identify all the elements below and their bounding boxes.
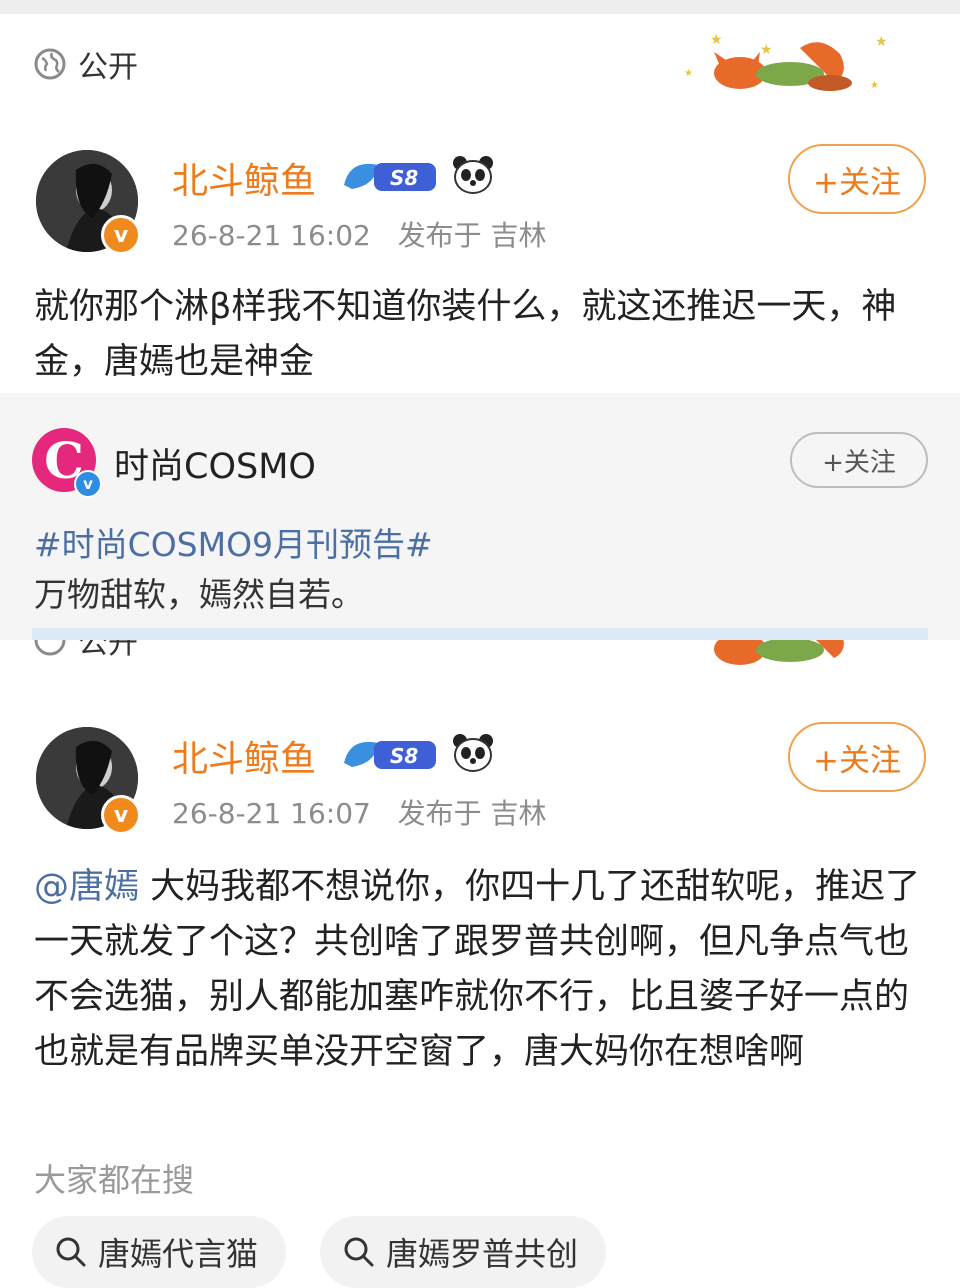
repost-text: 万物甜软，嫣然自若。 (34, 575, 364, 614)
search-chip[interactable]: 唐嫣代言猫 (32, 1216, 287, 1288)
search-chip-label: 唐嫣罗普共创 (386, 1235, 579, 1273)
visibility-indicator: 公开 (34, 42, 138, 86)
fox-sticker-icon (714, 640, 844, 665)
username[interactable]: 北斗鲸鱼 (172, 730, 316, 782)
search-icon (56, 1237, 86, 1267)
post-body: 大妈我都不想说你，你四十几了还甜软呢，推迟了一天就发了个这？共创啥了跟罗普共创啊… (34, 867, 921, 1072)
whale-level-badge-icon: S8 (344, 741, 436, 769)
hashtag-link[interactable]: #时尚COSMO9月刊预告# (34, 518, 433, 566)
post-location: 发布于 吉林 (397, 797, 547, 830)
verified-badge-icon: v (101, 795, 141, 835)
panda-icon (453, 156, 493, 194)
search-suggestions-label: 大家都在搜 (34, 1161, 195, 1199)
svg-text:★: ★ (875, 34, 888, 50)
post-time: 26-8-21 16:02 (172, 219, 371, 252)
svg-text:S8: S8 (390, 744, 418, 768)
svg-text:★: ★ (710, 32, 723, 48)
svg-text:★: ★ (684, 68, 693, 79)
verified-badge-icon: v (74, 470, 102, 498)
verified-badge-icon: v (101, 215, 141, 255)
follow-button[interactable]: +关注 (788, 144, 926, 214)
visibility-label: 公开 (78, 50, 138, 85)
globe-icon (34, 640, 66, 656)
top-divider (0, 0, 960, 14)
search-icon (344, 1237, 374, 1267)
repost-account-name[interactable]: 时尚COSMO (114, 438, 316, 489)
post-text: @唐嫣 大妈我都不想说你，你四十几了还甜软呢，推迟了一天就发了个这？共创啥了跟罗… (34, 860, 934, 1080)
fox-sticker-icon: ★ ★ ★ ★ ★ (684, 32, 888, 91)
repost-follow-button[interactable]: +关注 (790, 432, 928, 488)
mention-link[interactable]: @唐嫣 (34, 867, 139, 907)
search-chip-label: 唐嫣代言猫 (98, 1235, 259, 1273)
panda-icon (453, 734, 493, 772)
visibility-label: 公开 (78, 640, 138, 661)
follow-button[interactable]: +关注 (788, 722, 926, 792)
post-time: 26-8-21 16:07 (172, 797, 371, 830)
overlap-strip: 公开 (0, 640, 960, 666)
svg-text:S8: S8 (390, 166, 418, 190)
post-text: 就你那个淋β样我不知道你装什么，就这还推迟一天，神金，唐嫣也是神金 (34, 287, 897, 382)
svg-text:★: ★ (870, 80, 879, 91)
whale-level-badge-icon: S8 (344, 163, 436, 191)
image-strip (32, 628, 928, 640)
globe-icon (34, 48, 66, 80)
username[interactable]: 北斗鲸鱼 (172, 152, 316, 204)
search-chip[interactable]: 唐嫣罗普共创 (320, 1216, 607, 1288)
svg-text:★: ★ (760, 42, 773, 58)
post-location: 发布于 吉林 (397, 219, 547, 252)
post-meta: 26-8-21 16:02 发布于 吉林 (172, 214, 546, 254)
post-meta: 26-8-21 16:07 发布于 吉林 (172, 792, 546, 832)
